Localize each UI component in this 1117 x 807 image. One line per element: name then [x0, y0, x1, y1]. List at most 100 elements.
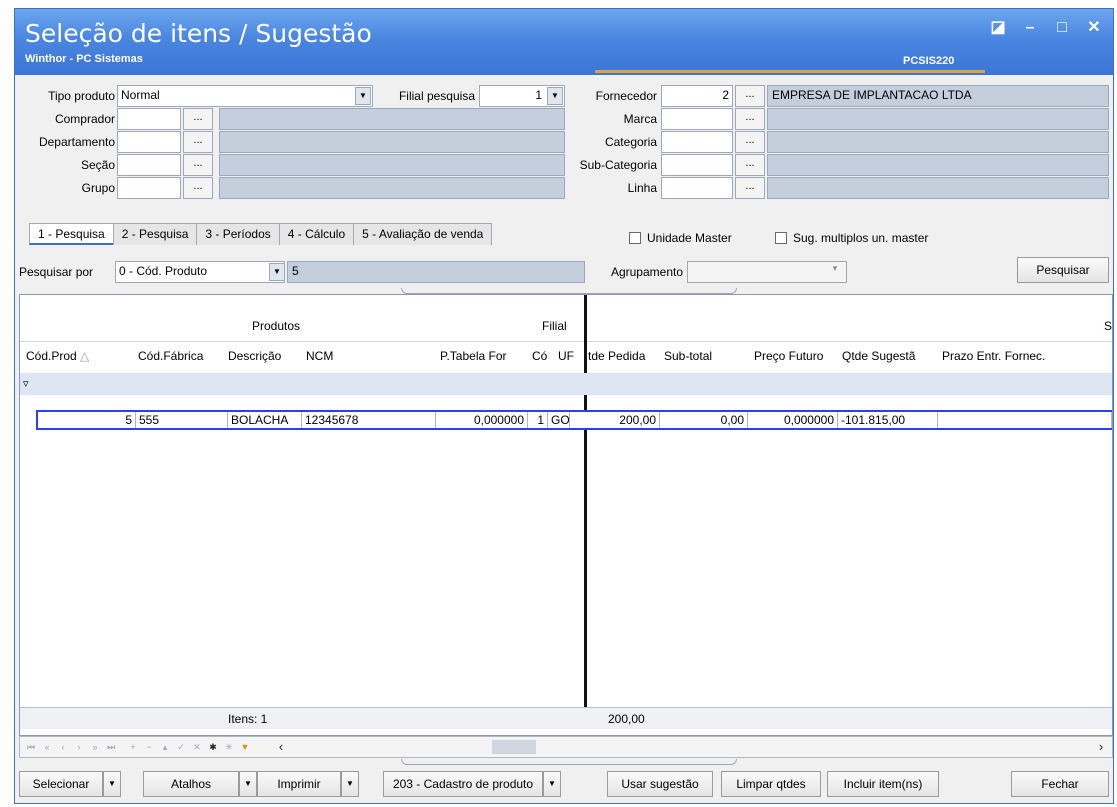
- tab-avaliacao-venda[interactable]: 5 - Avaliação de venda: [353, 223, 493, 245]
- checkbox-box[interactable]: [629, 232, 641, 244]
- cell-uf[interactable]: GO: [548, 412, 570, 428]
- next-page-icon[interactable]: »: [88, 740, 102, 754]
- categoria-input[interactable]: [661, 131, 733, 153]
- maximize-icon[interactable]: □: [1051, 19, 1073, 37]
- col-sub-total[interactable]: Sub-total: [664, 349, 712, 363]
- chevron-down-icon[interactable]: ▾: [827, 263, 843, 274]
- chevron-down-icon[interactable]: ▼: [547, 87, 563, 105]
- cell-prazo-entr[interactable]: [938, 412, 1112, 428]
- pesquisar-button[interactable]: Pesquisar: [1017, 257, 1109, 283]
- col-co[interactable]: Có: [532, 349, 547, 363]
- edit-icon[interactable]: ▴: [158, 740, 172, 754]
- marca-lookup-button[interactable]: ...: [735, 108, 765, 130]
- col-descricao[interactable]: Descrição: [228, 349, 281, 363]
- cell-qtde-pedida[interactable]: 200,00: [584, 412, 660, 428]
- delete-icon[interactable]: −: [142, 740, 156, 754]
- insert-icon[interactable]: +: [126, 740, 140, 754]
- cell-descricao[interactable]: BOLACHA: [228, 412, 302, 428]
- grupo-lookup-button[interactable]: ...: [183, 177, 213, 199]
- subcategoria-lookup-button[interactable]: ...: [735, 154, 765, 176]
- horizontal-scrollbar-thumb[interactable]: [492, 740, 536, 754]
- first-record-icon[interactable]: ⏮: [24, 740, 38, 754]
- prior-record-icon[interactable]: ‹: [56, 740, 70, 754]
- search-value-input[interactable]: 5: [287, 261, 585, 283]
- tab-pesquisa-1[interactable]: 1 - Pesquisa: [29, 223, 114, 245]
- fechar-button[interactable]: Fechar: [1011, 771, 1109, 797]
- splitter-handle[interactable]: [401, 759, 737, 765]
- col-preco-futuro[interactable]: Preço Futuro: [754, 349, 823, 363]
- tipo-produto-select[interactable]: Normal: [117, 85, 373, 107]
- scroll-right-icon[interactable]: ›: [1094, 740, 1108, 754]
- limpar-qtdes-button[interactable]: Limpar qtdes: [721, 771, 821, 797]
- filter-icon[interactable]: ▿: [23, 377, 29, 390]
- cadastro-produto-button[interactable]: 203 - Cadastro de produto: [383, 771, 543, 797]
- categoria-lookup-button[interactable]: ...: [735, 131, 765, 153]
- minimize-icon[interactable]: –: [1019, 19, 1041, 37]
- cell-sub-total[interactable]: 0,00: [660, 412, 748, 428]
- grupo-input[interactable]: [117, 177, 181, 199]
- linha-input[interactable]: [661, 177, 733, 199]
- selecionar-button[interactable]: Selecionar: [19, 771, 103, 797]
- cell-cod-prod[interactable]: 5: [38, 412, 136, 428]
- chevron-down-icon[interactable]: ▼: [269, 263, 285, 281]
- comprador-lookup-button[interactable]: ...: [183, 108, 213, 130]
- cell-preco-futuro[interactable]: 0,000000: [748, 412, 838, 428]
- incluir-itens-button[interactable]: Incluir item(ns): [827, 771, 939, 797]
- secao-input[interactable]: [117, 154, 181, 176]
- unidade-master-checkbox[interactable]: Unidade Master: [629, 231, 732, 245]
- window-subtitle: Winthor - PC Sistemas: [25, 53, 143, 65]
- chevron-down-icon[interactable]: ▼: [341, 771, 359, 797]
- col-qtde-sugestao[interactable]: Qtde Sugestã: [842, 349, 915, 363]
- tab-periodos[interactable]: 3 - Períodos: [196, 223, 280, 245]
- col-uf[interactable]: UF: [558, 349, 574, 363]
- chevron-down-icon[interactable]: ▼: [239, 771, 257, 797]
- fornecedor-code-input[interactable]: 2: [661, 85, 733, 107]
- col-cod-fabrica[interactable]: Cód.Fábrica: [138, 349, 203, 363]
- comprador-input[interactable]: [117, 108, 181, 130]
- linha-lookup-button[interactable]: ...: [735, 177, 765, 199]
- restore-icon[interactable]: ◪: [987, 19, 1009, 37]
- routine-code: PCSIS220: [903, 55, 955, 67]
- close-icon[interactable]: ✕: [1083, 19, 1105, 37]
- post-icon[interactable]: ✓: [174, 740, 188, 754]
- fornecedor-lookup-button[interactable]: ...: [735, 85, 765, 107]
- col-p-tabela[interactable]: P.Tabela For: [440, 349, 507, 363]
- marca-input[interactable]: [661, 108, 733, 130]
- chevron-down-icon[interactable]: ▼: [543, 771, 561, 797]
- pesquisar-por-select[interactable]: 0 - Cód. Produto: [115, 261, 285, 283]
- chevron-down-icon[interactable]: ▼: [355, 87, 371, 105]
- filter-icon[interactable]: ▼: [238, 740, 252, 754]
- tab-calculo[interactable]: 4 - Cálculo: [278, 223, 355, 245]
- col-qtde-pedida[interactable]: tde Pedida: [588, 349, 645, 363]
- pesquisar-por-label: Pesquisar por: [19, 265, 94, 279]
- bookmark-icon[interactable]: ✳: [222, 740, 236, 754]
- secao-lookup-button[interactable]: ...: [183, 154, 213, 176]
- cell-co[interactable]: 1: [528, 412, 548, 428]
- cell-p-tabela[interactable]: 0,000000: [436, 412, 528, 428]
- scroll-left-icon[interactable]: ‹: [274, 740, 288, 754]
- imprimir-button[interactable]: Imprimir: [257, 771, 341, 797]
- agrupamento-select[interactable]: [687, 261, 847, 283]
- cell-ncm[interactable]: 12345678: [302, 412, 436, 428]
- usar-sugestao-button[interactable]: Usar sugestão: [607, 771, 713, 797]
- checkbox-box[interactable]: [775, 232, 787, 244]
- subcategoria-input[interactable]: [661, 154, 733, 176]
- col-cod-prod[interactable]: Cód.Prod △: [26, 349, 89, 363]
- table-row[interactable]: 5 555 BOLACHA 12345678 0,000000 1 GO 200…: [36, 410, 1112, 430]
- cancel-icon[interactable]: ✕: [190, 740, 204, 754]
- col-prazo-entr[interactable]: Prazo Entr. Fornec.: [942, 349, 1045, 363]
- next-record-icon[interactable]: ›: [72, 740, 86, 754]
- chevron-down-icon[interactable]: ▼: [103, 771, 121, 797]
- sug-multiplos-checkbox[interactable]: Sug. multiplos un. master: [775, 231, 928, 245]
- filter-row[interactable]: ▿: [20, 373, 1112, 395]
- col-ncm[interactable]: NCM: [306, 349, 333, 363]
- refresh-icon[interactable]: ✱: [206, 740, 220, 754]
- departamento-input[interactable]: [117, 131, 181, 153]
- atalhos-button[interactable]: Atalhos: [143, 771, 239, 797]
- last-record-icon[interactable]: ⏭: [104, 740, 118, 754]
- cell-qtde-sugestao[interactable]: -101.815,00: [838, 412, 938, 428]
- tab-pesquisa-2[interactable]: 2 - Pesquisa: [112, 223, 198, 245]
- cell-cod-fabrica[interactable]: 555: [136, 412, 228, 428]
- departamento-lookup-button[interactable]: ...: [183, 131, 213, 153]
- prior-page-icon[interactable]: «: [40, 740, 54, 754]
